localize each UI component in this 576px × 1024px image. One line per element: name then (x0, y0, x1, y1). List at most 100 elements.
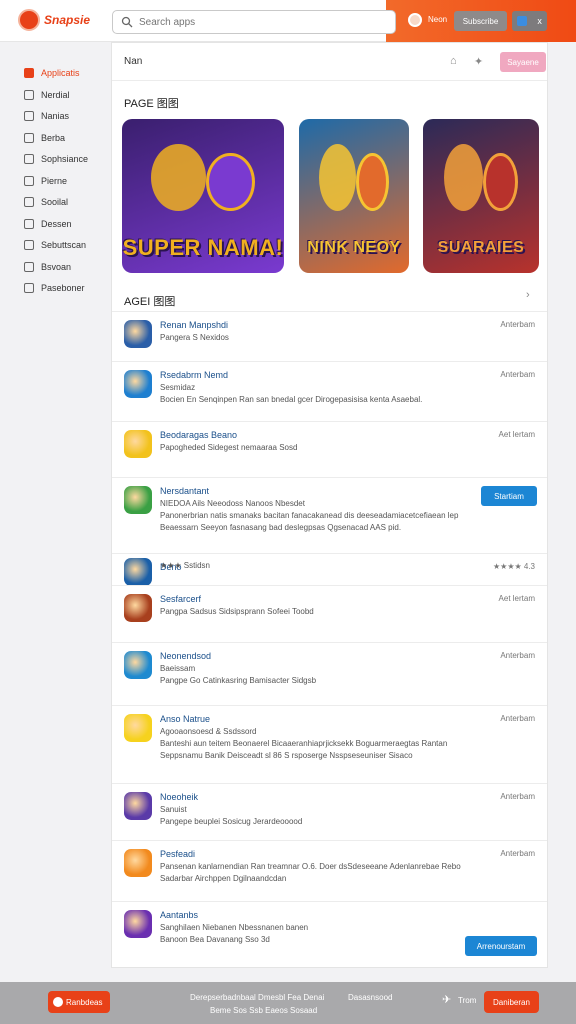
search-input[interactable] (139, 16, 359, 28)
app-list-item[interactable]: Rsedabrm Nemd Sesmidaz Bocien En Senqinpen… (112, 361, 547, 421)
app-meta: Anterbam (500, 714, 535, 723)
sidebar-item[interactable]: Berba (24, 132, 66, 143)
app-subtitle: Sesmidaz (160, 383, 196, 392)
featured-card[interactable]: SUARAIES (423, 119, 539, 273)
app-icon (124, 320, 152, 348)
character-art (206, 152, 255, 212)
sidebar-item-label: Bsvoan (41, 261, 72, 272)
footer-button[interactable]: Daniberan (484, 991, 539, 1013)
window-controls[interactable]: x (512, 11, 547, 31)
app-description-extra: Sadarbar Airchppen Dgilnaandcdan (160, 874, 287, 883)
bird-icon[interactable]: ✈ (442, 993, 451, 1006)
app-description: Pangera S Nexidos (160, 333, 229, 342)
sidebar-item-icon (24, 68, 34, 78)
sidebar-item[interactable]: Sebuttscan (24, 240, 86, 250)
app-meta: Aet lertam (498, 430, 535, 439)
sidebar-item-label: Sooilal (41, 197, 69, 207)
logo[interactable]: Snapsie (18, 9, 90, 31)
sidebar-item[interactable]: Bsvoan (24, 261, 72, 272)
footer-line-2: Beme Sos Ssb Eaeos Sosaad (210, 1006, 318, 1015)
app-name: Beodaragas Beano (160, 430, 238, 440)
app-meta: Aet lertam (498, 594, 535, 603)
app-icon (124, 558, 152, 586)
app-icon (124, 370, 152, 398)
app-description: Panonerbrian natis smanaks bacitan fanac… (160, 511, 459, 520)
app-action-button[interactable]: Arrenourstam (465, 936, 537, 956)
sidebar-item[interactable]: Sophsiance (24, 154, 88, 164)
app-list-item[interactable]: Pesfeadi Pansenan kanlarnendian Ran tream… (112, 840, 547, 901)
featured-title: SUARAIES (437, 239, 525, 256)
footer: Ranbdeas Derepserbadnbaal Dmesbl Fea Den… (0, 982, 576, 1024)
app-name: Aantanbs (160, 910, 199, 920)
avatar[interactable] (408, 13, 422, 27)
app-name: Nersdantant (160, 486, 210, 496)
sidebar-item-label: Sophsiance (41, 154, 89, 164)
sidebar-item-icon (24, 218, 34, 229)
app-subtitle: Sanuist (160, 805, 187, 814)
sidebar-item[interactable]: Paseboner (24, 283, 85, 293)
featured-card[interactable]: NINK NEOY (299, 119, 409, 273)
app-list-item[interactable]: Neonendsod Baeissam Pangpe Go Catinkasring… (112, 642, 547, 705)
app-meta: ★★★★ 4.3 (492, 562, 535, 571)
app-meta: Anterbam (500, 792, 535, 801)
sidebar-item-icon (24, 283, 34, 293)
sidebar-item-label: Nerdial (41, 89, 70, 100)
featured-title: SUPER NAMA! (122, 235, 284, 260)
app-subtitle: Sanghilaen Niebanen Nbessnanen banen (160, 923, 309, 932)
search-bar[interactable] (112, 10, 396, 34)
app-list-item[interactable]: Renan Manpshdi Pangera S Nexidos Anterbam (112, 311, 547, 361)
app-icon (124, 594, 152, 622)
app-description: Pangpe Go Catinkasring Bamisacter Sidgsb (160, 676, 317, 685)
app-icon (124, 430, 152, 458)
footer-line-1: Derepserbadnbaal Dmesbl Fea Denai (190, 993, 325, 1002)
app-icon (124, 792, 152, 820)
sidebar-item-icon (24, 89, 34, 100)
app-list-item[interactable]: Beodaragas Beano Papogheded Sidegest nema… (112, 421, 547, 477)
app-list-item[interactable]: Nersdantant NIEDOA Ails Neeodoss Nanoos N… (112, 477, 547, 553)
featured-label: PAGE 图图 (124, 98, 179, 110)
footer-social-label[interactable]: Trom (458, 996, 476, 1005)
app-description: Papogheded Sidegest nemaaraa Sosd (160, 443, 298, 452)
footer-logo-button[interactable]: Ranbdeas (48, 991, 110, 1013)
sidebar-item-label: Berba (41, 132, 66, 143)
sidebar-item[interactable]: Nerdial (24, 89, 70, 100)
sidebar-item[interactable]: Sooilal (24, 197, 68, 207)
page-title: Nan (124, 56, 143, 67)
app-list-item[interactable]: Noeoheik Sanuist Pangepe beuplei Sosicug J… (112, 783, 547, 840)
app-name: Pesfeadi (160, 849, 196, 859)
app-switch-icon[interactable] (517, 16, 528, 26)
footer-link[interactable]: Dasasnsood (348, 993, 392, 1002)
home-icon[interactable]: ⌂ (450, 55, 457, 67)
subscribe-button[interactable]: Subscribe (454, 11, 507, 31)
sidebar-item-icon (24, 261, 34, 272)
app-meta: Anterbam (500, 849, 535, 858)
app-name: Sesfarcerf (160, 594, 202, 604)
sidebar-item[interactable]: Dessen (24, 218, 72, 229)
app-action-button[interactable]: Startiam (481, 486, 537, 506)
sidebar-item[interactable]: Applicatis (24, 68, 80, 78)
featured-card[interactable]: SUPER NAMA! (122, 119, 284, 273)
app-description: Bocien En Senqinpen Ran san bnedal gcer … (160, 395, 423, 404)
app-subtitle: NIEDOA Ails Neeodoss Nanoos Nbesdet (160, 499, 305, 508)
close-icon[interactable]: x (537, 16, 542, 26)
app-description: Pangpa Sadsus Sidsipsprann Sofeei Toobd (160, 607, 314, 616)
sidebar-item-icon (24, 175, 34, 186)
pin-icon[interactable]: ✦ (474, 55, 483, 68)
header-action-button[interactable]: Sayaene (500, 52, 546, 72)
main-header: Nan ⌂ ✦ Sayaene (112, 43, 547, 81)
app-name: Neonendsod (160, 651, 212, 661)
app-list-item[interactable]: Aantanbs Sanghilaen Niebanen Nbessnanen b… (112, 901, 547, 967)
sidebar-item[interactable]: Pierne (24, 175, 67, 186)
app-list-item[interactable]: Deno ★★★ Sstidsn ★★★★ 4.3 (112, 553, 547, 586)
character-art (483, 152, 519, 212)
app-name: Noeoheik (160, 792, 199, 802)
sidebar: Applicatis Nerdial Nanias Berba Sophsiance Pi… (0, 42, 110, 982)
app-list-item[interactable]: Sesfarcerf Pangpa Sadsus Sidsipsprann Sof… (112, 585, 547, 642)
app-list-item[interactable]: Anso Natrue Agooaonsoesd & Ssdssord Bantes… (112, 705, 547, 783)
sidebar-item[interactable]: Nanias (24, 111, 69, 121)
app-name: Renan Manpshdi (160, 320, 229, 330)
user-name: Neon (428, 15, 448, 24)
chevron-right-icon[interactable]: › (526, 289, 530, 301)
app-name: Rsedabrm Nemd (160, 370, 229, 380)
character-art (443, 143, 484, 212)
